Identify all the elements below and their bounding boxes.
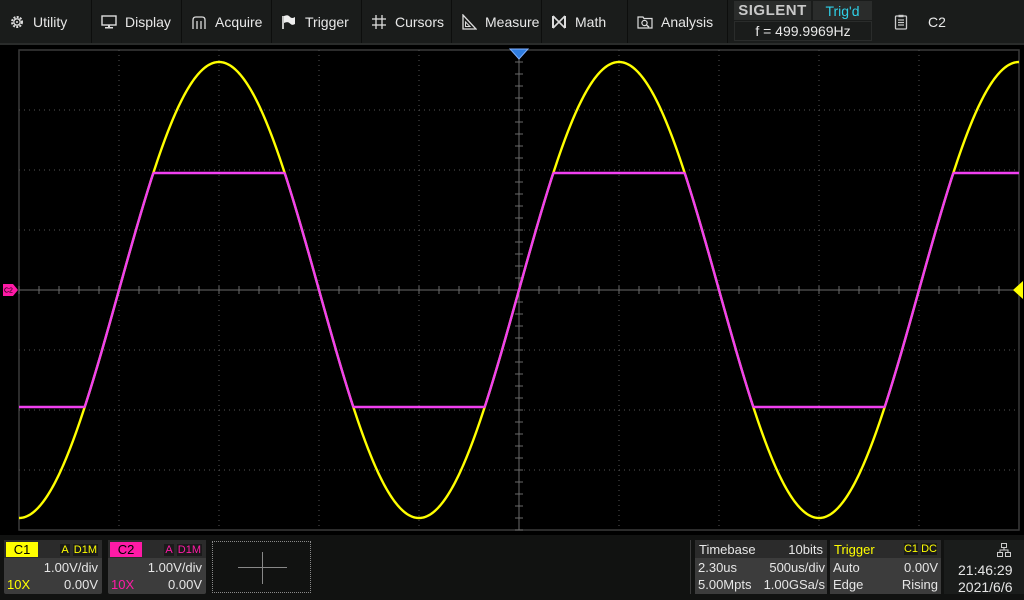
ch1-offset: 0.00V [64,577,98,592]
network-icon [997,543,1011,560]
math-icon [551,14,567,30]
menu-measure-label: Measure [485,13,540,30]
ch2-tag: C2 [110,542,142,557]
ch1-tag: C1 [6,542,38,557]
analysis-icon [637,14,653,30]
trigger-slope: Rising [901,577,938,592]
trigger-type: Edge [833,577,864,592]
ch1-probe: 10X [7,577,31,592]
trigger-mode: Auto [833,560,860,575]
menu-cursors-label: Cursors [395,13,445,30]
trigger-box[interactable]: Trigger C1 DC Auto 0.00V Edge Rising [830,540,941,594]
ch1-scale: 1.00V/div [43,560,98,575]
timebase-box[interactable]: Timebase 10bits 2.30us 500us/div 5.00Mpt… [695,540,827,594]
menu-math-label: Math [575,13,607,30]
menu-display-label: Display [125,13,171,30]
ch1-info-box[interactable]: C1 A D1M 1.00V/div 10X 0.00V [4,540,102,594]
menu-utility[interactable]: Utility [0,0,92,43]
menu-acquire-label: Acquire [215,13,263,30]
menu-analysis-label: Analysis [661,13,714,30]
ruler-triangle-icon [461,13,477,30]
trigger-source-flags: C1 DC [903,543,937,555]
memory-depth: 5.00Mpts [698,577,752,592]
ch1-flags: A D1M [60,542,98,557]
divider [690,540,691,594]
status-bar: C1 A D1M 1.00V/div 10X 0.00V C2 A D1M 1.… [0,535,1024,600]
waveform-canvas[interactable]: C2 [0,45,1024,535]
ch2-offset: 0.00V [168,577,202,592]
ch2-scale: 1.00V/div [147,560,202,575]
menu-trigger[interactable]: Trigger [272,0,362,43]
menu-math[interactable]: Math [542,0,628,43]
menu-measure[interactable]: Measure [452,0,542,43]
flag-icon [281,14,297,30]
acquire-icon [191,14,207,30]
add-channel-button[interactable] [212,541,311,593]
trigger-source: C1 [903,543,919,555]
timebase-scale: 500us/div [769,560,825,575]
channel-menu-label: C2 [928,13,946,30]
menu-trigger-label: Trigger [305,13,349,30]
ch2-offset-marker-label: C2 [4,288,13,295]
status-panel: SIGLENT Trig'd f = 499.9969Hz [733,0,873,42]
sample-rate: 1.00GSa/s [763,577,825,592]
adc-bits: 10bits [788,542,823,557]
clock-date: 2021/6/6 [958,579,1013,595]
trigger-title: Trigger [834,542,875,557]
trigger-coupling: DC [921,543,937,555]
clock-time: 21:46:29 [958,562,1013,578]
trigger-level-marker[interactable] [1013,281,1023,299]
clock-box: 21:46:29 2021/6/6 [944,540,1024,595]
brand-logo: SIGLENT [734,1,811,20]
ch1-coupling: A [60,543,70,556]
trigger-position-marker[interactable] [508,48,530,60]
cursors-grid-icon [371,14,387,30]
menu-display[interactable]: Display [92,0,182,43]
gear-icon [9,14,25,30]
ch2-offset-marker[interactable]: C2 [3,284,18,296]
ch2-coupling: A [164,543,174,556]
ch2-probe: 10X [111,577,135,592]
menu-utility-label: Utility [33,13,68,30]
ch1-impedance: D1M [72,543,98,556]
monitor-icon [101,14,117,30]
timebase-title: Timebase [699,542,756,557]
plus-icon-v [262,552,263,584]
ch2-info-box[interactable]: C2 A D1M 1.00V/div 10X 0.00V [108,540,206,594]
menu-bar: Utility Display Acquire Trigger Cursors … [0,0,1024,45]
timebase-delay: 2.30us [698,560,738,575]
frequency-readout: f = 499.9969Hz [734,21,872,41]
menu-cursors[interactable]: Cursors [362,0,452,43]
menu-acquire[interactable]: Acquire [182,0,272,43]
clipboard-icon [894,14,908,30]
trigger-level: 0.00V [904,560,938,575]
trigger-state: Trig'd [813,1,872,20]
waveform-display[interactable]: C2 [0,45,1024,535]
menu-analysis[interactable]: Analysis [628,0,728,43]
ch2-impedance: D1M [176,543,202,556]
channel-menu-button[interactable]: C2 [876,0,1024,43]
ch2-flags: A D1M [164,542,202,557]
